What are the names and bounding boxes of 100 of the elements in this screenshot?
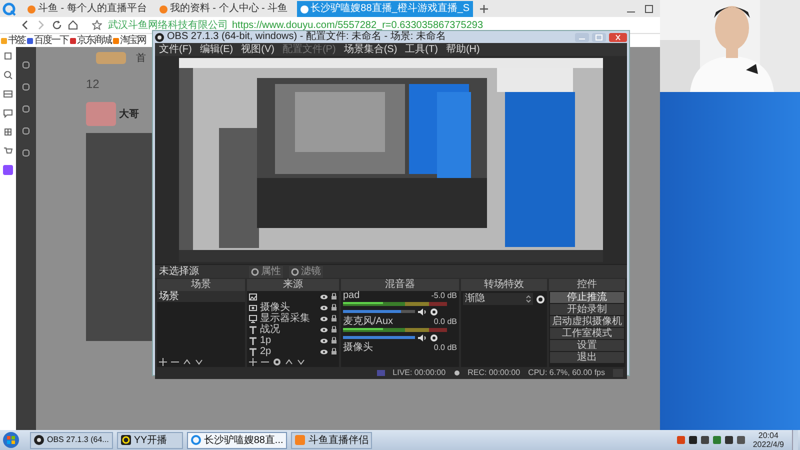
control-button[interactable]: 启动虚拟摄像机: [550, 316, 624, 327]
eye-icon[interactable]: [320, 326, 328, 332]
lock-icon[interactable]: [331, 293, 337, 300]
bookmark[interactable]: 京东商城: [70, 34, 111, 46]
add-icon[interactable]: [249, 358, 257, 366]
control-button[interactable]: 退出: [550, 352, 624, 363]
reload-icon[interactable]: [52, 20, 62, 30]
control-button[interactable]: 工作室模式: [550, 328, 624, 339]
source-item[interactable]: 2p: [260, 346, 272, 357]
browser-tab[interactable]: 我的资料 - 个人中心 - 斗鱼: [156, 1, 291, 17]
taskbar-button[interactable]: OBS 27.1.3 (64...: [30, 432, 113, 448]
lock-icon[interactable]: [331, 348, 337, 355]
menu-item[interactable]: 场景集合(S): [344, 44, 398, 56]
home-icon[interactable]: [68, 20, 78, 30]
browser-app-icon: [190, 435, 201, 445]
nav-icon[interactable]: [22, 105, 30, 113]
sidebar-icon[interactable]: [3, 127, 13, 137]
eye-icon[interactable]: [320, 316, 328, 322]
bookmark[interactable]: 百度一下: [27, 34, 68, 46]
eye-icon[interactable]: [320, 338, 328, 344]
speaker-icon[interactable]: [418, 308, 427, 316]
follower-count: 12: [86, 76, 100, 93]
source-item[interactable]: 摄像头: [260, 302, 290, 313]
menu-item[interactable]: 文件(F): [159, 44, 192, 56]
image-icon: [249, 292, 257, 300]
eye-icon[interactable]: [320, 294, 328, 300]
lock-icon[interactable]: [331, 315, 337, 322]
record-icon: [454, 370, 460, 376]
new-tab-icon[interactable]: [478, 4, 489, 14]
taskbar-button[interactable]: 长沙驴嗑嫂88直...: [186, 432, 288, 448]
add-icon[interactable]: [159, 358, 167, 366]
badge-icon: [86, 102, 116, 126]
dock-header: 来源: [247, 279, 339, 291]
nav-link[interactable]: 首: [136, 50, 146, 66]
control-button[interactable]: 设置: [550, 340, 624, 351]
room-title: 大哥: [119, 108, 139, 122]
channel-name: 摄像头: [343, 343, 373, 353]
text-icon: [249, 348, 257, 356]
record-timer: REC: 00:00:00: [468, 367, 520, 379]
live-indicator-icon: [376, 370, 385, 376]
menu-item[interactable]: 工具(T): [405, 44, 438, 56]
source-item[interactable]: 显示器采集: [260, 313, 310, 324]
app-icon[interactable]: [3, 165, 13, 175]
volume-slider[interactable]: [343, 336, 415, 339]
eye-icon[interactable]: [320, 304, 328, 310]
menu-item[interactable]: 视图(V): [241, 44, 274, 56]
yy-app-icon: [120, 435, 131, 445]
channel-reading: -5.0 dB: [431, 291, 457, 301]
obs-logo-icon: [155, 32, 164, 42]
douyu-app-icon: [295, 435, 306, 445]
eye-icon[interactable]: [320, 348, 328, 354]
nav-icon[interactable]: [22, 61, 30, 69]
bookmark-icon: [1, 38, 7, 44]
volume-slider[interactable]: [343, 310, 415, 313]
back-icon[interactable]: [20, 20, 30, 30]
channel-name: 麦克风/Aux: [343, 317, 394, 327]
menu-item[interactable]: 编辑(E): [200, 44, 234, 56]
sidebar-icon[interactable]: [3, 146, 13, 156]
control-button[interactable]: 开始录制: [550, 304, 624, 315]
nav-icon[interactable]: [22, 83, 30, 91]
sidebar-icon[interactable]: [3, 70, 13, 80]
nav-icon[interactable]: [22, 127, 30, 135]
bookmark[interactable]: 书签: [1, 34, 25, 46]
start-button-icon[interactable]: [2, 431, 20, 449]
down-icon[interactable]: [297, 358, 305, 366]
window-title: OBS 27.1.3 (64-bit, windows) - 配置文件: 未命名 - 场景: 未命名: [167, 31, 446, 43]
up-icon[interactable]: [285, 358, 293, 366]
toolbar-button[interactable]: 属性: [249, 266, 283, 278]
live-timer: LIVE: 00:00:00: [392, 367, 446, 379]
close-icon[interactable]: [609, 32, 627, 42]
scene-item[interactable]: 场景: [157, 291, 245, 302]
taskbar-button[interactable]: 斗鱼直播伴侣: [291, 432, 372, 448]
taskbar-button[interactable]: YY开播: [116, 432, 183, 448]
transition-dropdown[interactable]: 渐隐: [463, 293, 533, 305]
browser-tab[interactable]: 斗鱼 - 每个人的直播平台: [24, 1, 150, 17]
bookmark[interactable]: 淘宝网: [113, 34, 146, 46]
lock-icon[interactable]: [331, 326, 337, 333]
channel-name: pad: [343, 291, 360, 301]
cpu-usage: CPU: 6.7%, 60.00 fps: [528, 367, 605, 379]
down-icon[interactable]: [195, 358, 203, 366]
monitor-icon: [249, 314, 257, 322]
clock-date: 2022/4/9: [752, 440, 784, 449]
maximize-icon[interactable]: [644, 4, 654, 14]
source-item[interactable]: 战况: [260, 324, 280, 335]
sidebar-icon[interactable]: [3, 108, 13, 118]
sidebar-icon[interactable]: [3, 89, 13, 99]
toolbar-button[interactable]: 滤镜: [289, 266, 323, 278]
star-icon[interactable]: [92, 20, 102, 30]
menu-item[interactable]: 帮助(H): [446, 44, 480, 56]
control-button[interactable]: 停止推流: [550, 292, 624, 303]
sidebar-icon[interactable]: [3, 51, 13, 61]
nav-icon[interactable]: [22, 149, 30, 157]
lock-icon[interactable]: [331, 304, 337, 311]
obs-app-icon: [34, 435, 44, 445]
camera-icon: [249, 304, 257, 312]
speaker-icon[interactable]: [418, 334, 427, 342]
text-icon: [249, 336, 257, 344]
up-icon[interactable]: [183, 358, 191, 366]
source-item[interactable]: 1p: [260, 335, 272, 346]
lock-icon[interactable]: [331, 337, 337, 344]
